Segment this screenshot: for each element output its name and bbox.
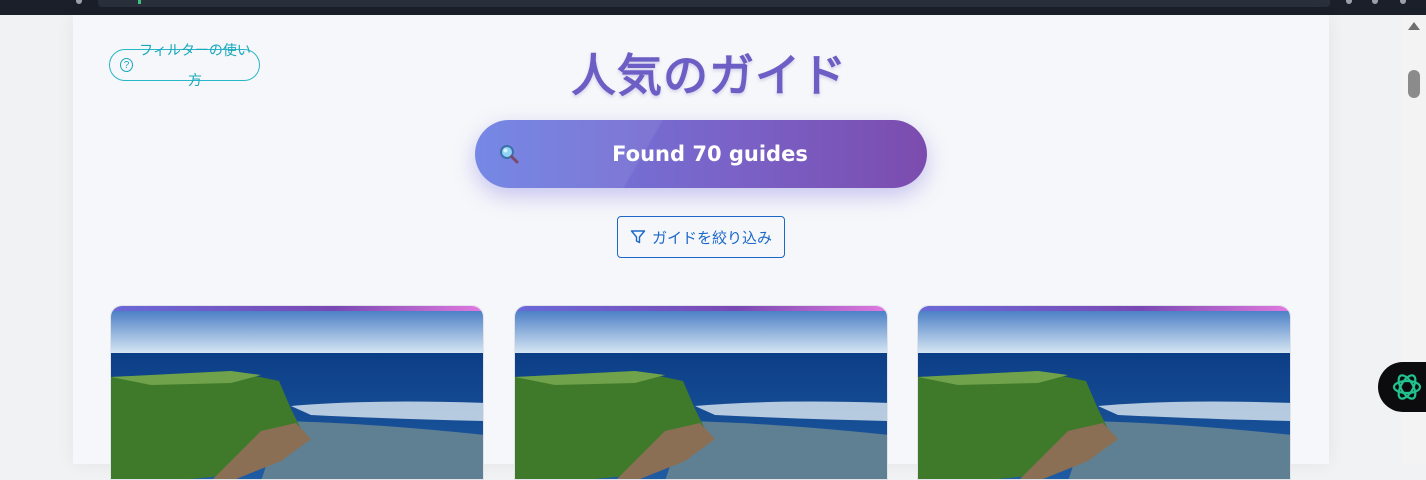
coastal-cliff-photo bbox=[918, 311, 1290, 479]
browser-top-strip bbox=[0, 0, 1426, 15]
browser-dot bbox=[76, 0, 82, 4]
browser-dot bbox=[1372, 0, 1378, 4]
coastal-cliff-photo bbox=[111, 311, 483, 479]
guide-card[interactable] bbox=[917, 305, 1291, 480]
search-result-count: Found 70 guides bbox=[612, 142, 808, 166]
page-title: 人気のガイド bbox=[570, 49, 847, 102]
filter-guides-button[interactable]: ガイドを絞り込み bbox=[617, 216, 785, 258]
search-results-banner: Found 70 guides bbox=[475, 120, 927, 188]
guides-page: ? フィルターの使い方 人気のガイド Found 70 guides ガイドを絞… bbox=[73, 15, 1329, 480]
browser-dot bbox=[1346, 0, 1352, 4]
filter-guides-label: ガイドを絞り込み bbox=[651, 229, 772, 247]
scroll-up-arrow-icon[interactable] bbox=[1408, 22, 1420, 30]
address-bar-indicator bbox=[138, 0, 141, 4]
scrollbar-thumb[interactable] bbox=[1408, 70, 1420, 98]
funnel-icon bbox=[630, 230, 646, 244]
browser-dot bbox=[1400, 0, 1406, 4]
coastal-cliff-photo bbox=[515, 311, 887, 479]
assistant-swirl-icon bbox=[1392, 374, 1422, 400]
guide-card[interactable] bbox=[110, 305, 484, 480]
address-bar[interactable] bbox=[98, 0, 1330, 7]
guide-card[interactable] bbox=[514, 305, 888, 480]
assistant-button[interactable] bbox=[1378, 362, 1426, 412]
